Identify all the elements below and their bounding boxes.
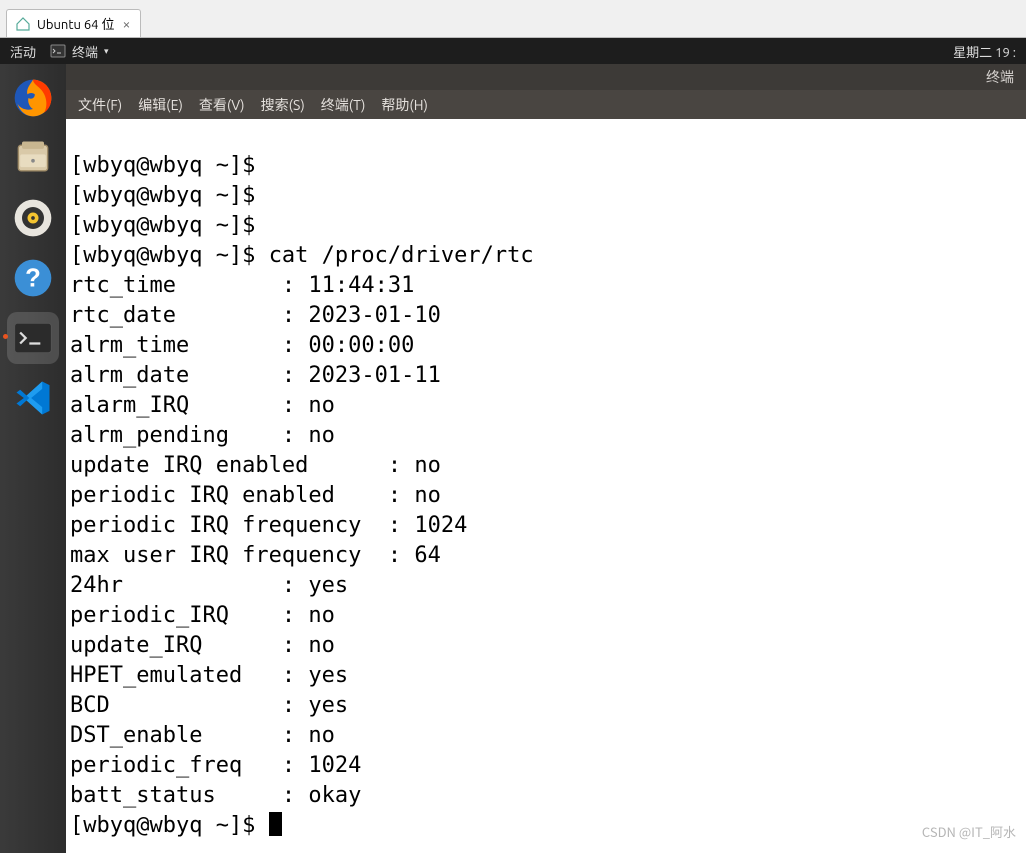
terminal-body[interactable]: [wbyq@wbyq ~]$ [wbyq@wbyq ~]$ [wbyq@wbyq… (66, 119, 1026, 853)
menu-view[interactable]: 查看(V) (193, 92, 251, 118)
out-value: 1024 (308, 753, 361, 778)
out-label: update_IRQ : (70, 633, 308, 658)
out-label: 24hr : (70, 573, 308, 598)
out-value: 11:44:31 (308, 273, 414, 298)
out-value: no (308, 723, 335, 748)
prompt: [wbyq@wbyq ~]$ (70, 243, 269, 268)
out-label: DST_enable : (70, 723, 308, 748)
dock-terminal[interactable] (7, 312, 59, 364)
out-value: no (308, 423, 335, 448)
out-label: rtc_time : (70, 273, 308, 298)
close-icon[interactable]: × (120, 16, 132, 32)
terminal-icon (50, 43, 66, 59)
chevron-down-icon: ▾ (104, 46, 109, 57)
vscode-icon (11, 376, 55, 420)
vm-home-icon (15, 16, 31, 32)
dock-help[interactable]: ? (7, 252, 59, 304)
dock: ? (0, 64, 66, 853)
out-label: alrm_pending : (70, 423, 308, 448)
menu-file[interactable]: 文件(F) (72, 92, 128, 118)
out-value: 64 (414, 543, 441, 568)
prompt: [wbyq@wbyq ~]$ (70, 153, 269, 178)
out-label: max user IRQ frequency : (70, 543, 414, 568)
topbar-app-label: 终端 (72, 42, 98, 61)
out-label: batt_status : (70, 783, 308, 808)
out-label: rtc_date : (70, 303, 308, 328)
terminal-window: 终端 文件(F) 编辑(E) 查看(V) 搜索(S) 终端(T) 帮助(H) [… (66, 64, 1026, 853)
files-icon (11, 136, 55, 180)
menu-edit[interactable]: 编辑(E) (132, 92, 189, 118)
svg-text:?: ? (25, 264, 41, 292)
out-label: HPET_emulated : (70, 663, 308, 688)
dock-rhythmbox[interactable] (7, 192, 59, 244)
prompt: [wbyq@wbyq ~]$ (70, 813, 269, 838)
firefox-icon (11, 76, 55, 120)
music-icon (11, 196, 55, 240)
out-value: no (308, 633, 335, 658)
out-label: periodic IRQ frequency : (70, 513, 414, 538)
out-value: no (414, 453, 441, 478)
out-value: no (308, 603, 335, 628)
out-label: BCD : (70, 693, 308, 718)
prompt: [wbyq@wbyq ~]$ (70, 183, 269, 208)
terminal-titlebar-label: 终端 (986, 67, 1014, 87)
out-label: periodic_freq : (70, 753, 308, 778)
out-label: alrm_date : (70, 363, 308, 388)
out-value: 2023-01-10 (308, 303, 440, 328)
out-value: no (414, 483, 441, 508)
out-label: periodic_IRQ : (70, 603, 308, 628)
menu-help[interactable]: 帮助(H) (375, 92, 434, 118)
activities-button[interactable]: 活动 (10, 42, 36, 61)
vm-tabbar: Ubuntu 64 位 × (0, 0, 1026, 38)
out-value: yes (308, 693, 348, 718)
menu-terminal[interactable]: 终端(T) (315, 92, 372, 118)
watermark: CSDN @IT_阿水 (922, 817, 1016, 847)
out-value: no (308, 393, 335, 418)
out-label: alarm_IRQ : (70, 393, 308, 418)
topbar-clock[interactable]: 星期二 19 : (953, 42, 1016, 61)
prompt: [wbyq@wbyq ~]$ (70, 213, 269, 238)
out-value: yes (308, 663, 348, 688)
dock-active-indicator (3, 334, 8, 339)
vm-tab-label: Ubuntu 64 位 (37, 14, 114, 33)
dock-vscode[interactable] (7, 372, 59, 424)
terminal-titlebar: 终端 (66, 64, 1026, 90)
vm-tab[interactable]: Ubuntu 64 位 × (6, 9, 141, 37)
dock-files[interactable] (7, 132, 59, 184)
gnome-topbar: 活动 终端 ▾ 星期二 19 : (0, 38, 1026, 64)
out-label: periodic IRQ enabled : (70, 483, 414, 508)
terminal-icon (11, 316, 55, 360)
out-value: 2023-01-11 (308, 363, 440, 388)
out-label: alrm_time : (70, 333, 308, 358)
cursor (269, 812, 282, 836)
out-value: okay (308, 783, 361, 808)
command-text: cat /proc/driver/rtc (269, 243, 534, 268)
help-icon: ? (11, 256, 55, 300)
out-label: update IRQ enabled : (70, 453, 414, 478)
menu-search[interactable]: 搜索(S) (255, 92, 311, 118)
terminal-menubar: 文件(F) 编辑(E) 查看(V) 搜索(S) 终端(T) 帮助(H) (66, 90, 1026, 119)
out-value: 1024 (414, 513, 467, 538)
out-value: yes (308, 573, 348, 598)
dock-firefox[interactable] (7, 72, 59, 124)
topbar-app-menu[interactable]: 终端 ▾ (50, 42, 109, 61)
out-value: 00:00:00 (308, 333, 414, 358)
